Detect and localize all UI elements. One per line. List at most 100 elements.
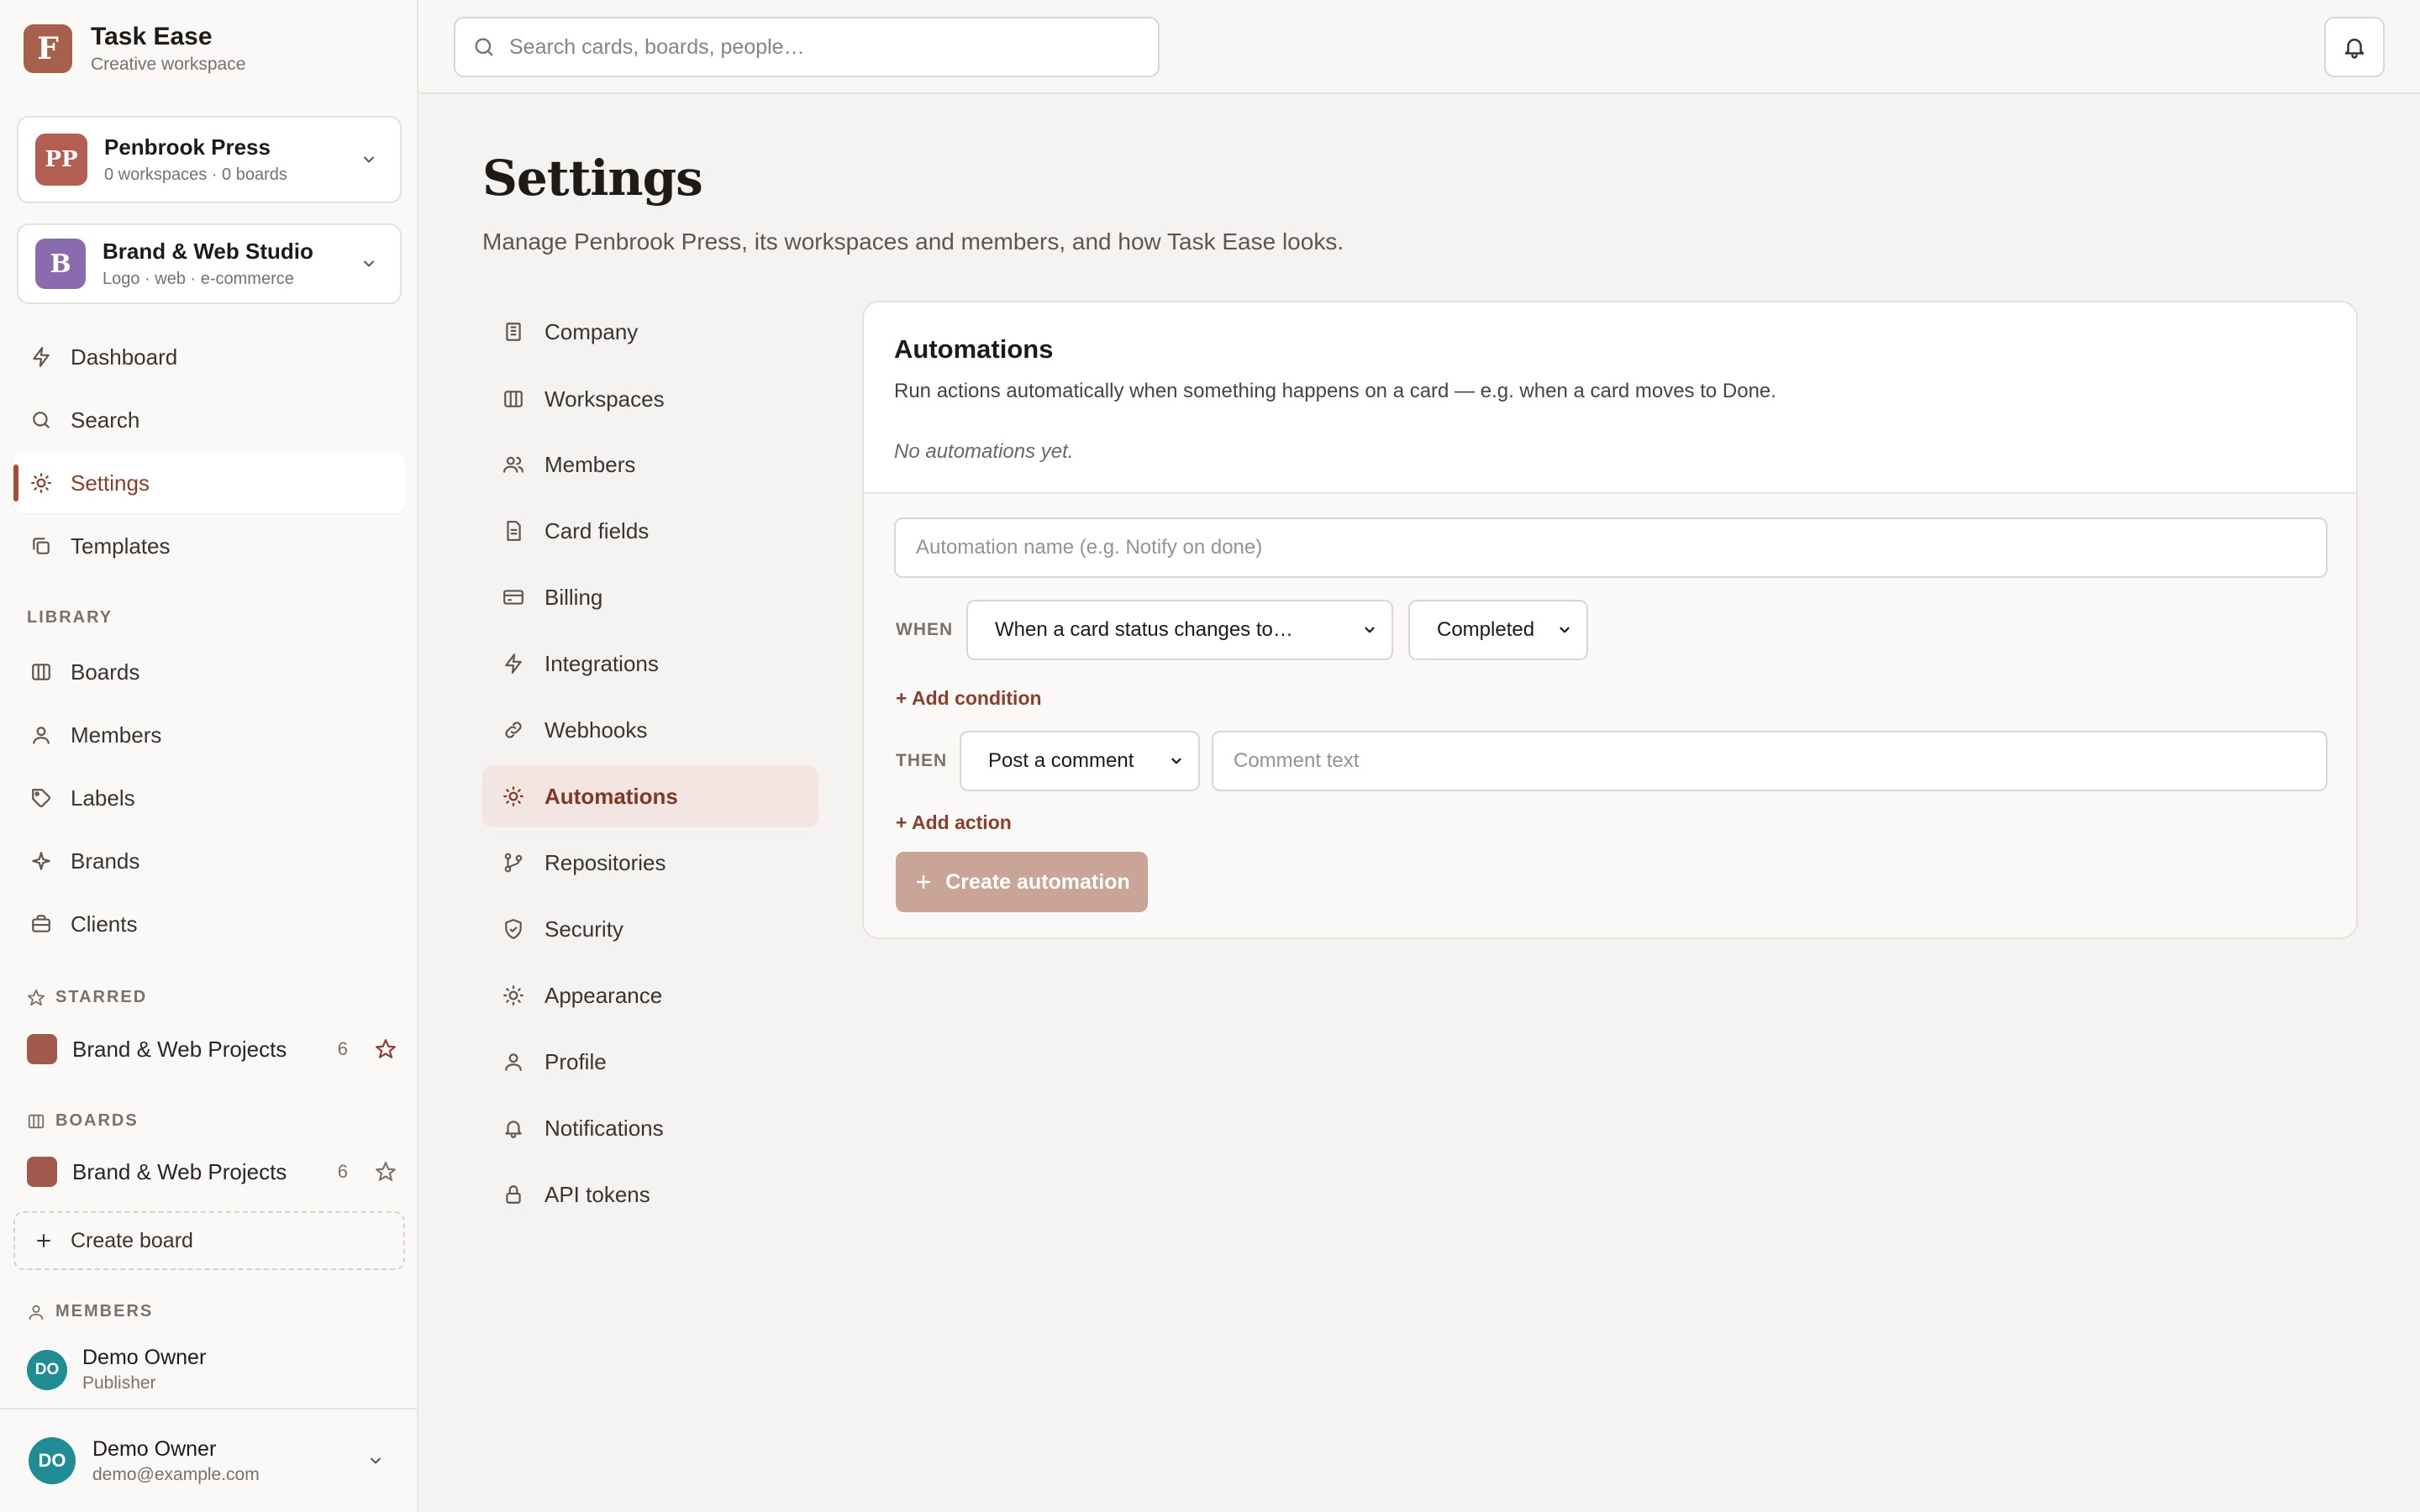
settings-tab-label: Integrations — [544, 650, 659, 676]
settings-tab-notifications[interactable]: Notifications — [482, 1097, 818, 1159]
app-brand[interactable]: F Task Ease Creative workspace — [24, 22, 245, 76]
tag-icon — [32, 789, 50, 807]
global-search[interactable] — [454, 17, 1160, 77]
settings-tab-webhooks[interactable]: Webhooks — [482, 699, 818, 761]
nav-label: Clients — [71, 911, 138, 937]
empty-state: No automations yet. — [894, 440, 1074, 463]
notifications-button[interactable] — [2324, 17, 2385, 77]
chevron-down-icon — [1365, 627, 1375, 633]
org-avatar: B — [35, 239, 86, 289]
panel-description: Run actions automatically when something… — [894, 380, 1776, 402]
plus-icon — [917, 874, 931, 890]
members-heading: MEMBERS — [27, 1302, 153, 1321]
nav-dashboard[interactable]: Dashboard — [13, 327, 405, 387]
board-count: 6 — [337, 1161, 348, 1182]
library-labels[interactable]: Labels — [13, 768, 405, 828]
nav-label: Labels — [71, 785, 135, 811]
chevron-down-icon — [364, 260, 374, 267]
git-branch-icon — [504, 853, 523, 873]
library-boards[interactable]: Boards — [13, 642, 405, 702]
org-avatar: PP — [35, 134, 87, 186]
add-action-link[interactable]: + Add action — [896, 811, 1012, 834]
building-icon — [506, 323, 521, 341]
member-row[interactable]: DO Demo Owner Publisher — [27, 1346, 206, 1394]
nav-templates[interactable]: Templates — [13, 516, 405, 576]
create-board-button[interactable]: Create board — [13, 1211, 405, 1270]
settings-tab-label: Notifications — [544, 1115, 664, 1141]
settings-tab-label: Security — [544, 916, 623, 942]
trigger-select[interactable]: When a card status changes to… — [966, 600, 1393, 660]
org-switcher-penbrook[interactable]: PP Penbrook Press 0 workspaces · 0 board… — [17, 116, 402, 203]
search-input[interactable] — [509, 34, 1148, 60]
settings-tab-label: Members — [544, 451, 636, 477]
settings-tab-label: API tokens — [544, 1181, 650, 1207]
starred-board-row[interactable]: Brand & Web Projects 6 — [27, 1028, 397, 1070]
settings-tab-automations[interactable]: Automations — [482, 765, 818, 827]
member-name: Demo Owner — [82, 1346, 207, 1369]
plus-icon — [37, 1234, 50, 1247]
action-select-value: Post a comment — [988, 749, 1134, 772]
org-switcher-brand-web[interactable]: B Brand & Web Studio Logo · web · e-comm… — [17, 223, 402, 304]
bolt-icon — [33, 347, 50, 367]
current-user-menu[interactable]: DO Demo Owner demo@example.com — [0, 1408, 417, 1512]
add-condition-link[interactable]: + Add condition — [896, 687, 1042, 710]
create-automation-button[interactable]: Create automation — [896, 852, 1148, 912]
columns-icon — [504, 391, 523, 407]
nav-label: Templates — [71, 533, 171, 559]
topbar — [418, 0, 2420, 94]
user-email: demo@example.com — [92, 1464, 260, 1484]
settings-tab-api-tokens[interactable]: API tokens — [482, 1163, 818, 1226]
chevron-down-icon — [364, 156, 374, 163]
org-name: Brand & Web Studio — [103, 239, 313, 264]
page-title: Settings — [482, 150, 703, 207]
search-icon — [475, 38, 493, 56]
settings-tab-label: Billing — [544, 584, 603, 610]
board-name: Brand & Web Projects — [72, 1036, 287, 1062]
trigger-status-select[interactable]: Completed — [1408, 600, 1588, 660]
library-clients[interactable]: Clients — [13, 894, 405, 954]
board-name: Brand & Web Projects — [72, 1158, 287, 1184]
panel-title: Automations — [894, 334, 1054, 364]
page-subtitle: Manage Penbrook Press, its workspaces an… — [482, 228, 1344, 255]
star-icon — [27, 989, 45, 1005]
settings-tab-card-fields[interactable]: Card fields — [482, 500, 818, 562]
shield-icon — [505, 919, 522, 939]
sun-icon — [503, 985, 523, 1005]
automation-name-input[interactable] — [894, 517, 2328, 578]
board-row[interactable]: Brand & Web Projects 6 — [27, 1151, 397, 1193]
org-name: Penbrook Press — [104, 134, 271, 160]
action-select[interactable]: Post a comment — [960, 731, 1200, 791]
nav-label: Settings — [71, 470, 150, 496]
copy-icon — [33, 538, 50, 554]
nav-label: Boards — [71, 659, 140, 685]
settings-tab-billing[interactable]: Billing — [482, 566, 818, 628]
trigger-status-value: Completed — [1437, 618, 1535, 641]
settings-tab-repositories[interactable]: Repositories — [482, 832, 818, 894]
settings-tab-members[interactable]: Members — [482, 433, 818, 496]
star-icon[interactable] — [375, 1161, 397, 1183]
settings-tab-security[interactable]: Security — [482, 898, 818, 960]
star-filled-icon[interactable] — [375, 1038, 397, 1060]
comment-text-input[interactable] — [1212, 731, 2328, 791]
settings-tab-appearance[interactable]: Appearance — [482, 964, 818, 1026]
nav-search[interactable]: Search — [13, 390, 405, 450]
bell-icon — [2344, 39, 2365, 59]
settings-tab-label: Workspaces — [544, 386, 665, 412]
settings-tab-label: Repositories — [544, 849, 666, 875]
starred-heading: STARRED — [27, 988, 147, 1007]
board-color-swatch — [27, 1157, 57, 1187]
library-brands[interactable]: Brands — [13, 831, 405, 891]
chevron-down-icon — [1171, 758, 1181, 764]
settings-tab-integrations[interactable]: Integrations — [482, 633, 818, 695]
create-automation-label: Create automation — [945, 869, 1130, 894]
nav-settings[interactable]: Settings — [13, 453, 405, 513]
sun-icon — [31, 473, 51, 493]
settings-tab-workspaces[interactable]: Workspaces — [482, 368, 818, 430]
library-members[interactable]: Members — [13, 705, 405, 765]
org-meta: 0 workspaces · 0 boards — [104, 165, 287, 184]
org-meta: Logo · web · e-commerce — [103, 270, 294, 288]
new-automation-form: WHEN When a card status changes to… Comp… — [864, 494, 2356, 937]
settings-tab-profile[interactable]: Profile — [482, 1031, 818, 1093]
settings-tab-company[interactable]: Company — [482, 301, 818, 363]
avatar: DO — [27, 1349, 67, 1390]
